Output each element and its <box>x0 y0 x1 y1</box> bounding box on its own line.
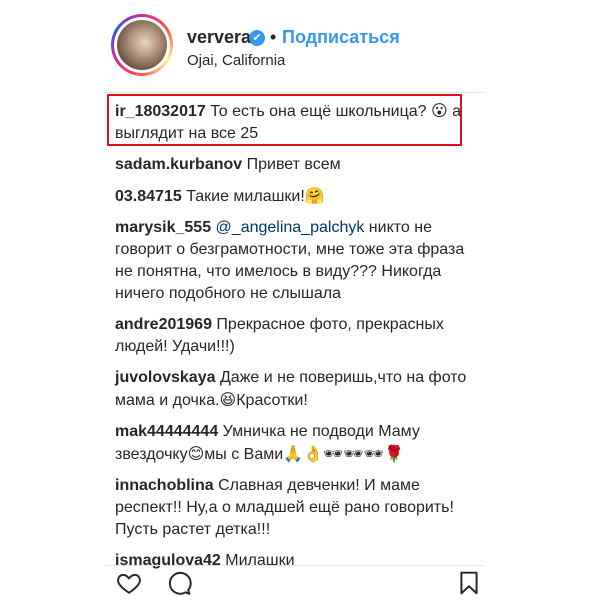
comment-mention[interactable]: @_angelina_palchyk <box>216 219 365 236</box>
comment-author[interactable]: mak44444444 <box>115 423 218 440</box>
avatar-frame <box>114 17 170 73</box>
emoji-icon: 🤗 <box>304 186 325 205</box>
avatar[interactable] <box>111 14 173 76</box>
comment-author[interactable]: juvolovskaya <box>115 369 216 386</box>
emoji-icon: 😊 <box>187 444 205 463</box>
post-header: ververa ✔ • Подписаться Ojai, California <box>0 0 612 92</box>
follow-button[interactable]: Подписаться <box>282 27 400 48</box>
comment-item: ir_18032017 То есть она ещё школьница? 😮… <box>115 100 485 145</box>
comment-item: mak44444444 Умничка не подводи Маму звез… <box>115 421 485 466</box>
emoji-icons: 🙏👌🕶🕶🕶🌹 <box>283 444 404 463</box>
action-bar <box>104 566 484 607</box>
comment-icon[interactable] <box>166 570 192 596</box>
emoji-icon: 😮 <box>431 101 448 120</box>
comment-text: мы с Вами <box>204 446 284 463</box>
comment-item: 03.84715 Такие милашки!🤗 <box>115 185 485 208</box>
comment-author[interactable]: innachoblina <box>115 477 214 494</box>
bookmark-icon[interactable] <box>456 570 482 596</box>
location-link[interactable]: Ojai, California <box>187 52 285 69</box>
comment-item: sadam.kurbanov Привет всем <box>115 154 485 176</box>
divider <box>104 92 484 93</box>
comment-text: То есть она ещё школьница? <box>210 103 427 120</box>
comment-author[interactable]: ir_18032017 <box>115 103 206 120</box>
heart-icon[interactable] <box>116 570 142 596</box>
verified-icon: ✔ <box>249 30 265 46</box>
comment-author[interactable]: sadam.kurbanov <box>115 156 242 173</box>
comment-text: Такие милашки! <box>186 188 305 205</box>
comments-list: ir_18032017 То есть она ещё школьница? 😮… <box>115 100 485 581</box>
comment-author[interactable]: andre201969 <box>115 316 212 333</box>
comment-item: marysik_555 @_angelina_palchyk никто не … <box>115 217 485 305</box>
comment-text: Привет всем <box>246 156 341 173</box>
comment-item: juvolovskaya Даже и не поверишь,что на ф… <box>115 367 485 412</box>
comment-author[interactable]: 03.84715 <box>115 188 182 205</box>
emoji-icon: 😆 <box>219 390 237 409</box>
comment-text: Красотки! <box>236 392 308 409</box>
comment-author[interactable]: marysik_555 <box>115 219 211 236</box>
comment-item: innachoblina Славная девченки! И маме ре… <box>115 475 485 541</box>
username[interactable]: ververa <box>187 27 251 48</box>
comment-item: andre201969 Прекрасное фото, прекрасных … <box>115 314 485 358</box>
avatar-image <box>117 20 167 70</box>
separator-dot: • <box>270 27 277 47</box>
